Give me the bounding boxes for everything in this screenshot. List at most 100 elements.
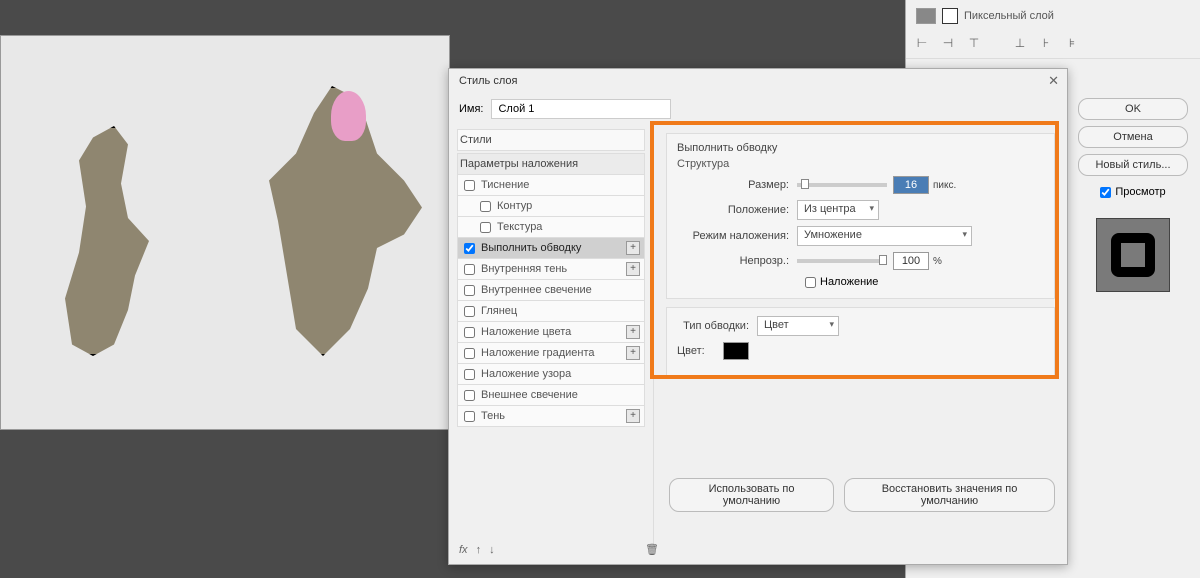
position-select[interactable]: Из центра: [797, 200, 879, 220]
overlay-checkbox[interactable]: [805, 277, 816, 288]
style-label: Тиснение: [481, 179, 529, 191]
preview-checkbox[interactable]: [1100, 187, 1111, 198]
style-label: Тень: [481, 410, 505, 422]
reset-default-button[interactable]: Восстановить значения по умолчанию: [844, 478, 1055, 512]
style-item-10[interactable]: Внешнее свечение: [457, 385, 645, 406]
style-item-11[interactable]: Тень +: [457, 406, 645, 427]
color-row: Цвет:: [677, 342, 1044, 360]
ok-button[interactable]: OK: [1078, 98, 1188, 120]
blending-options-header[interactable]: Параметры наложения: [457, 153, 645, 175]
structure-label: Структура: [677, 158, 1044, 170]
style-label: Наложение цвета: [481, 326, 571, 338]
style-checkbox[interactable]: [464, 369, 475, 380]
align-center-v-icon[interactable]: ⊦: [1040, 36, 1052, 50]
style-checkbox[interactable]: [464, 264, 475, 275]
cancel-button[interactable]: Отмена: [1078, 126, 1188, 148]
dialog-title-text: Стиль слоя: [459, 75, 517, 87]
size-input[interactable]: [893, 176, 929, 194]
add-effect-icon[interactable]: +: [626, 346, 640, 360]
style-label: Внутренняя тень: [481, 263, 567, 275]
layer-mask-icon: [942, 8, 958, 24]
move-up-icon[interactable]: ↑: [476, 544, 482, 556]
style-label: Глянец: [481, 305, 517, 317]
align-right-icon[interactable]: ⊤: [968, 36, 980, 50]
style-label: Контур: [497, 200, 532, 212]
style-checkbox[interactable]: [464, 390, 475, 401]
fill-type-row: Тип обводки: Цвет: [677, 316, 1044, 336]
canvas-object-cat-1[interactable]: [51, 126, 191, 356]
fill-type-label: Тип обводки:: [677, 320, 757, 332]
overlay-row: Наложение: [805, 276, 1044, 288]
name-row: Имя:: [449, 93, 1067, 125]
align-center-h-icon[interactable]: ⊣: [942, 36, 954, 50]
style-label: Внутреннее свечение: [481, 284, 592, 296]
style-item-3[interactable]: Выполнить обводку +: [457, 238, 645, 259]
style-checkbox[interactable]: [464, 411, 475, 422]
canvas-object-toy[interactable]: [331, 91, 366, 141]
align-left-icon[interactable]: ⊢: [916, 36, 928, 50]
make-default-button[interactable]: Использовать по умолчанию: [669, 478, 834, 512]
style-item-7[interactable]: Наложение цвета +: [457, 322, 645, 343]
add-effect-icon[interactable]: +: [626, 262, 640, 276]
style-label: Наложение градиента: [481, 347, 595, 359]
style-label: Выполнить обводку: [481, 242, 581, 254]
align-top-icon[interactable]: ⊥: [1014, 36, 1026, 50]
style-item-9[interactable]: Наложение узора: [457, 364, 645, 385]
opacity-slider[interactable]: [797, 259, 887, 263]
style-item-2[interactable]: Текстура: [457, 217, 645, 238]
style-item-1[interactable]: Контур: [457, 196, 645, 217]
size-label: Размер:: [677, 179, 797, 191]
styles-header[interactable]: Стили: [457, 129, 645, 151]
fill-type-fieldset: Тип обводки: Цвет Цвет:: [666, 307, 1055, 377]
close-icon[interactable]: ✕: [1048, 73, 1059, 89]
fx-menu-icon[interactable]: fx: [459, 544, 468, 556]
style-checkbox[interactable]: [464, 306, 475, 317]
fill-type-select[interactable]: Цвет: [757, 316, 839, 336]
style-item-0[interactable]: Тиснение: [457, 175, 645, 196]
style-checkbox[interactable]: [480, 222, 491, 233]
style-checkbox[interactable]: [464, 180, 475, 191]
opacity-label: Непрозр.:: [677, 255, 797, 267]
align-bottom-icon[interactable]: ⊧: [1066, 36, 1078, 50]
size-slider[interactable]: [797, 183, 887, 187]
blend-row: Режим наложения: Умножение: [677, 226, 1044, 246]
add-effect-icon[interactable]: +: [626, 241, 640, 255]
trash-icon[interactable]: 🗑: [645, 543, 659, 556]
position-label: Положение:: [677, 204, 797, 216]
add-effect-icon[interactable]: +: [626, 325, 640, 339]
style-item-4[interactable]: Внутренняя тень +: [457, 259, 645, 280]
layer-thumbnail-icon: [916, 8, 936, 24]
layer-style-dialog: Стиль слоя ✕ Имя: Стили Параметры наложе…: [448, 68, 1068, 565]
add-effect-icon[interactable]: +: [626, 409, 640, 423]
layer-name-input[interactable]: [491, 99, 671, 119]
name-label: Имя:: [459, 103, 483, 115]
align-toolbar: ⊢ ⊣ ⊤ ⊥ ⊦ ⊧: [906, 28, 1200, 59]
new-style-button[interactable]: Новый стиль...: [1078, 154, 1188, 176]
canvas-area[interactable]: [0, 35, 450, 430]
style-item-6[interactable]: Глянец: [457, 301, 645, 322]
stroke-title: Выполнить обводку: [677, 142, 1044, 154]
style-item-8[interactable]: Наложение градиента +: [457, 343, 645, 364]
move-down-icon[interactable]: ↓: [489, 544, 495, 556]
opacity-input[interactable]: [893, 252, 929, 270]
style-label: Внешнее свечение: [481, 389, 578, 401]
position-row: Положение: Из центра: [677, 200, 1044, 220]
style-label: Наложение узора: [481, 368, 571, 380]
layer-row[interactable]: Пиксельный слой: [906, 4, 1200, 28]
dialog-titlebar[interactable]: Стиль слоя ✕: [449, 69, 1067, 93]
style-checkbox[interactable]: [464, 348, 475, 359]
opacity-unit: %: [933, 256, 942, 267]
style-item-5[interactable]: Внутреннее свечение: [457, 280, 645, 301]
style-preview-swatch: [1111, 233, 1155, 277]
style-checkbox[interactable]: [464, 243, 475, 254]
style-checkbox[interactable]: [480, 201, 491, 212]
size-unit: пикс.: [933, 180, 956, 191]
color-label: Цвет:: [677, 345, 723, 357]
opacity-row: Непрозр.: %: [677, 252, 1044, 270]
preview-toggle[interactable]: Просмотр: [1078, 186, 1188, 198]
style-checkbox[interactable]: [464, 327, 475, 338]
blend-mode-select[interactable]: Умножение: [797, 226, 972, 246]
style-checkbox[interactable]: [464, 285, 475, 296]
styles-list: Стили Параметры наложения Тиснение Контур…: [449, 125, 654, 545]
color-swatch[interactable]: [723, 342, 749, 360]
